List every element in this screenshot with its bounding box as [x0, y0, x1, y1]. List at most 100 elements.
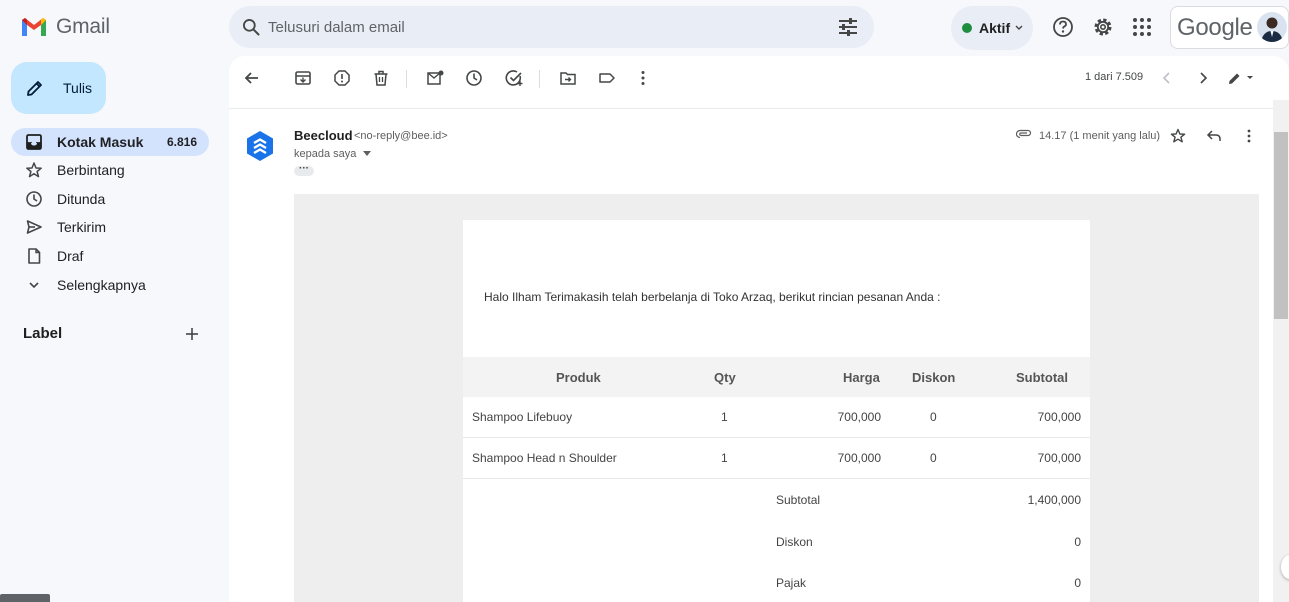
pagination-count: 1 dari 7.509: [1085, 71, 1144, 83]
summary-label: Pajak: [776, 576, 807, 590]
chevron-down-icon: [1015, 25, 1023, 30]
more-vert-icon[interactable]: [1241, 128, 1257, 144]
file-icon: [28, 248, 41, 264]
sender-email: <no-reply@bee.id>: [354, 130, 448, 142]
apps-grid-icon[interactable]: [1131, 16, 1153, 38]
status-label: Aktif: [979, 20, 1011, 36]
star-icon: [26, 162, 42, 178]
toolbar-divider: [406, 70, 407, 88]
user-avatar-icon: [1261, 17, 1283, 42]
chevron-down-icon: [29, 282, 39, 288]
recipient-details[interactable]: kepada saya: [294, 148, 372, 160]
caret-down-icon: [363, 151, 372, 156]
gmail-m-icon: [22, 18, 46, 36]
sidebar-nav: Kotak Masuk 6.816 Berbintang Ditunda Ter…: [11, 128, 209, 299]
product-discount: 0: [930, 451, 937, 465]
message-toolbar: 1 dari 7.509: [229, 56, 1289, 100]
google-brand: Google: [1177, 14, 1253, 41]
summary-value: 1,400,000: [1027, 493, 1081, 507]
summary-label: Subtotal: [776, 493, 821, 507]
report-spam-icon[interactable]: [333, 69, 351, 87]
mark-unread-icon[interactable]: [426, 69, 444, 87]
sidebar-item-snoozed[interactable]: Ditunda: [11, 185, 209, 214]
sidebar-item-label: Terkirim: [57, 219, 106, 236]
scrollbar-thumb[interactable]: [1274, 132, 1288, 319]
help-icon[interactable]: [1052, 16, 1074, 38]
status-dot: [962, 23, 972, 33]
message-time: 14.17 (1 menit yang lalu): [1039, 130, 1161, 142]
search-input[interactable]: [268, 16, 828, 38]
bottom-edge-tab: [0, 594, 50, 602]
top-bar: Gmail Aktif: [0, 0, 1289, 56]
labels-heading: Label: [23, 325, 63, 342]
sidebar-item-label: Draf: [57, 248, 84, 265]
product-discount: 0: [930, 410, 937, 424]
sidebar-item-label: Kotak Masuk: [57, 134, 144, 150]
summary-value: 0: [1074, 535, 1081, 549]
product-qty: 1: [721, 410, 728, 424]
product-subtotal: 700,000: [1037, 451, 1081, 465]
sidebar-item-starred[interactable]: Berbintang: [11, 156, 209, 185]
summary-label: Diskon: [776, 535, 813, 549]
toolbar-divider: [539, 70, 540, 88]
column-header-price: Harga: [843, 370, 880, 385]
more-vert-icon[interactable]: [634, 69, 652, 87]
back-arrow-icon[interactable]: [243, 69, 261, 87]
avatar[interactable]: [1257, 12, 1287, 42]
label-icon[interactable]: [598, 69, 616, 87]
greeting-text: Halo Ilham Terimakasih telah berbelanja …: [484, 290, 941, 304]
add-label-icon[interactable]: [184, 326, 200, 342]
sidebar-item-drafts[interactable]: Draf: [11, 242, 209, 271]
input-tools-icon[interactable]: [1227, 69, 1257, 87]
product-price: 700,000: [837, 410, 881, 424]
gear-icon[interactable]: [1092, 16, 1114, 38]
product-name: Shampoo Lifebuoy: [472, 410, 573, 424]
chevron-left-icon[interactable]: [1158, 69, 1176, 87]
sidebar-item-sent[interactable]: Terkirim: [11, 213, 209, 242]
app-name: Gmail: [56, 15, 110, 38]
column-header-subtotal: Subtotal: [1016, 370, 1068, 385]
product-price: 700,000: [837, 451, 881, 465]
recipient-label: kepada saya: [294, 148, 357, 160]
reply-icon[interactable]: [1206, 128, 1222, 144]
column-header-qty: Qty: [714, 370, 736, 385]
sender-logo-icon: [247, 131, 273, 161]
sender-name: Beecloud: [294, 128, 353, 143]
product-subtotal: 700,000: [1037, 410, 1081, 424]
gmail-logo[interactable]: Gmail: [20, 15, 110, 39]
product-name: Shampoo Head n Shoulder: [472, 451, 617, 465]
add-task-icon[interactable]: [505, 69, 523, 87]
table-row: Shampoo Head n Shoulder 1 700,000 0 700,…: [463, 438, 1090, 479]
archive-icon[interactable]: [294, 69, 312, 87]
sidebar-item-label: Selengkapnya: [57, 276, 146, 293]
table-row: Shampoo Lifebuoy 1 700,000 0 700,000: [463, 397, 1090, 438]
invoice-card: Halo Ilham Terimakasih telah berbelanja …: [463, 220, 1090, 602]
inbox-icon: [26, 134, 42, 150]
sidebar-item-label: Ditunda: [57, 190, 106, 207]
pencil-icon: [27, 81, 42, 96]
header-divider: [229, 108, 1289, 109]
snooze-clock-icon[interactable]: [465, 69, 483, 87]
status-selector[interactable]: Aktif: [951, 6, 1033, 50]
sidebar-item-inbox[interactable]: Kotak Masuk 6.816: [11, 128, 209, 156]
clock-icon: [26, 191, 42, 207]
order-table-header: Produk Qty Harga Diskon Subtotal: [463, 357, 1090, 397]
show-trimmed-button[interactable]: ···: [294, 164, 314, 176]
attachment-icon: [1016, 129, 1032, 139]
move-to-icon[interactable]: [559, 69, 577, 87]
sidebar-item-label: Berbintang: [57, 162, 125, 179]
message-panel: 1 dari 7.509 Beecloud <no-reply@bee.id> …: [229, 56, 1289, 602]
account-switcher[interactable]: Google: [1170, 6, 1289, 49]
compose-label: Tulis: [63, 80, 93, 96]
search-icon[interactable]: [241, 17, 261, 37]
delete-icon[interactable]: [372, 69, 390, 87]
unread-count: 6.816: [166, 135, 197, 149]
summary-value: 0: [1074, 576, 1081, 590]
chevron-right-icon[interactable]: [1194, 69, 1212, 87]
search-options-icon[interactable]: [837, 17, 859, 37]
sidebar-item-more[interactable]: Selengkapnya: [11, 270, 209, 299]
compose-button[interactable]: Tulis: [11, 62, 106, 114]
star-icon[interactable]: [1170, 128, 1186, 144]
column-header-discount: Diskon: [912, 370, 956, 385]
search-bar: [229, 6, 874, 48]
